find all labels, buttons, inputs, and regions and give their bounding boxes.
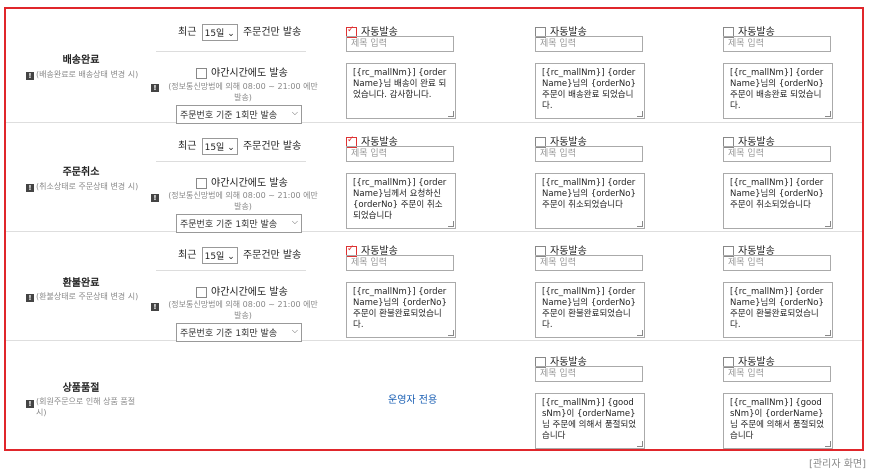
night-note: (정보통신망법에 의해 08:00 ~ 21:00 에만 발송) [168,82,318,102]
send-suffix: 주문건만 발송 [242,141,302,152]
once-select[interactable]: 주문번호 기준 1회만 발송 ⌵ [176,214,302,233]
subject-input[interactable]: 제목 입력 [723,366,831,382]
message-body[interactable]: [{rc_mallNm}] {orderName}님의 {orderNo} 주문… [723,282,833,338]
caption: [관리자 화면] [809,459,866,470]
chevron-down-icon: ⌄ [227,251,235,262]
message-body[interactable]: [{rc_mallNm}] {orderName}님의 {orderNo} 주문… [535,282,645,338]
night-send-option[interactable]: 야간시간에도 발송 [196,64,288,79]
message-body[interactable]: [{rc_mallNm}] {orderName}님의 {orderNo} 주문… [723,173,833,229]
send-period-line: 최근 15일 ⌄ 주문건만 발송 [178,23,301,41]
message-body[interactable]: [{rc_mallNm}] {goodsNm}이 {orderName}님 주문… [535,393,645,449]
admin-only-label: 운영자 전용 [388,395,438,406]
period-select[interactable]: 15일 ⌄ [201,23,238,41]
subject-input[interactable]: 제목 입력 [346,146,454,162]
row-note: (회원주문으로 인해 상품 품절 시) [36,397,136,417]
subject-input[interactable]: 제목 입력 [535,146,643,162]
send-prefix: 최근 [178,250,197,261]
send-prefix: 최근 [178,27,197,38]
message-body[interactable]: [{rc_mallNm}] {orderName}님 배송이 완료 되었습니다.… [346,63,456,119]
send-suffix: 주문건만 발송 [242,250,302,261]
row-note: (환불상태로 주문상태 변경 시) [36,292,139,301]
info-icon: ! [26,400,34,408]
row-sold-out: 상품품절 ! (회원주문으로 인해 상품 품절 시) 운영자 전용 자동발송 제… [6,341,862,449]
send-suffix: 주문건만 발송 [242,27,302,38]
once-select[interactable]: 주문번호 기준 1회만 발송 ⌵ [176,323,302,342]
message-body[interactable]: [{rc_mallNm}] {orderName}님의 {orderNo} 주문… [346,282,456,338]
subject-input[interactable]: 제목 입력 [723,146,831,162]
row-title: 주문취소 [62,167,100,178]
info-icon: ! [151,303,159,311]
message-body[interactable]: [{rc_mallNm}] {orderName}님의 {orderNo} 주문… [535,63,645,119]
info-icon: ! [151,84,159,92]
subject-input[interactable]: 제목 입력 [346,255,454,271]
message-body[interactable]: [{rc_mallNm}] {orderName}님의 {orderNo} 주문… [535,173,645,229]
subject-input[interactable]: 제목 입력 [723,255,831,271]
row-refund-complete: 환불완료 ! (환불상태로 주문상태 변경 시) 최근 15일 ⌄ 주문건만 발… [6,232,862,342]
night-send-option[interactable]: 야간시간에도 발송 [196,283,288,298]
send-period-line: 최근 15일 ⌄ 주문건만 발송 [178,246,301,264]
chevron-down-icon: ⌵ [291,217,298,226]
info-icon: ! [151,194,159,202]
send-prefix: 최근 [178,141,197,152]
night-note: (정보통신망법에 의해 08:00 ~ 21:00 에만 발송) [168,191,318,211]
chevron-down-icon: ⌵ [291,326,298,335]
once-select[interactable]: 주문번호 기준 1회만 발송 ⌵ [176,105,302,124]
row-note: (취소상태로 주문상태 변경 시) [36,182,139,191]
period-select[interactable]: 15일 ⌄ [201,246,238,264]
night-send-option[interactable]: 야간시간에도 발송 [196,174,288,189]
period-select[interactable]: 15일 ⌄ [201,137,238,155]
chevron-down-icon: ⌄ [227,28,235,39]
info-icon: ! [26,72,34,80]
message-body[interactable]: [{rc_mallNm}] {orderName}님의 {orderNo} 주문… [723,63,833,119]
chevron-down-icon: ⌄ [227,142,235,153]
subject-input[interactable]: 제목 입력 [723,36,831,52]
subject-input[interactable]: 제목 입력 [535,36,643,52]
subject-input[interactable]: 제목 입력 [535,255,643,271]
row-title: 환불완료 [62,278,100,289]
row-order-cancel: 주문취소 ! (취소상태로 주문상태 변경 시) 최근 15일 ⌄ 주문건만 발… [6,123,862,233]
night-checkbox[interactable] [196,286,207,298]
info-icon: ! [26,294,34,302]
subject-input[interactable]: 제목 입력 [346,36,454,52]
row-title: 배송완료 [62,55,100,66]
row-note: (배송완료로 배송상태 변경 시) [36,70,139,79]
subject-input[interactable]: 제목 입력 [535,366,643,382]
night-checkbox[interactable] [196,67,207,79]
message-body[interactable]: [{rc_mallNm}] {goodsNm}이 {orderName}님 주문… [723,393,833,449]
row-title: 상품품절 [62,383,100,394]
night-note: (정보통신망법에 의해 08:00 ~ 21:00 에만 발송) [168,300,318,320]
night-checkbox[interactable] [196,177,207,189]
chevron-down-icon: ⌵ [291,108,298,117]
info-icon: ! [26,184,34,192]
row-delivery-complete: 배송완료 ! (배송완료로 배송상태 변경 시) 최근 15일 ⌄ 주문건만 발… [6,9,862,124]
settings-frame: 배송완료 ! (배송완료로 배송상태 변경 시) 최근 15일 ⌄ 주문건만 발… [4,7,864,451]
send-period-line: 최근 15일 ⌄ 주문건만 발송 [178,137,301,155]
message-body[interactable]: [{rc_mallNm}] {orderName}님께서 요청하신 {order… [346,173,456,229]
